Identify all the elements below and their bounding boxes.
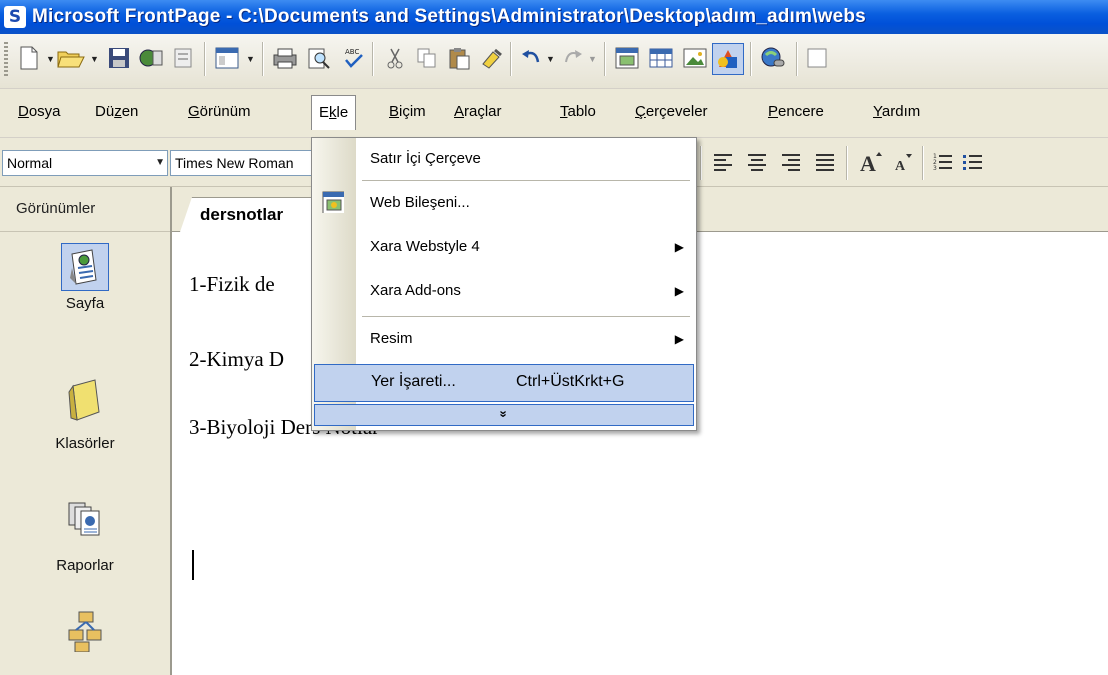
- page-view-icon: [61, 243, 109, 291]
- menu-dosya[interactable]: Dosya: [18, 103, 61, 120]
- menu-item-label: Xara Add-ons: [370, 282, 461, 299]
- spelling-icon[interactable]: ABC: [338, 43, 368, 73]
- align-left-icon[interactable]: [708, 147, 738, 177]
- toolbar-grip[interactable]: [4, 42, 8, 78]
- insert-picture-icon[interactable]: [680, 43, 710, 73]
- menu-item-bookmark[interactable]: Yer İşareti... Ctrl+ÜstKrkt+G: [314, 364, 694, 402]
- menu-cerceveler[interactable]: Çerçeveler: [635, 103, 708, 120]
- menu-item-picture[interactable]: Resim ▶: [312, 320, 696, 360]
- menu-item-label: Xara Webstyle 4: [370, 238, 480, 255]
- chevron-down-icon[interactable]: ▼: [155, 151, 165, 175]
- view-folders-label: Klasörler: [55, 435, 115, 452]
- undo-dropdown-arrow[interactable]: ▼: [546, 54, 555, 64]
- print-icon[interactable]: [270, 43, 300, 73]
- redo-dropdown-arrow[interactable]: ▼: [588, 54, 597, 64]
- folder-list-icon[interactable]: [168, 43, 198, 73]
- svg-text:3: 3: [933, 165, 937, 172]
- menu-item-label: Satır İçi Çerçeve: [370, 150, 481, 167]
- copy-icon[interactable]: [412, 43, 442, 73]
- justify-icon[interactable]: [810, 147, 840, 177]
- menu-item-inline-frame[interactable]: Satır İçi Çerçeve: [312, 140, 696, 180]
- views-panel-header: Görünümler: [0, 187, 170, 232]
- menu-expand-button[interactable]: »: [314, 404, 694, 426]
- hyperlink-icon[interactable]: [758, 43, 788, 73]
- save-icon[interactable]: [104, 43, 134, 73]
- svg-text:A: A: [895, 159, 906, 173]
- text-caret: [192, 550, 194, 580]
- view-reports-label: Raporlar: [56, 557, 114, 574]
- open-dropdown-arrow[interactable]: ▼: [90, 54, 99, 64]
- expand-chevron-icon: »: [496, 410, 512, 418]
- drawing-icon[interactable]: [712, 43, 744, 75]
- view-page-label: Sayfa: [65, 295, 105, 312]
- svg-text:ABC: ABC: [345, 48, 359, 56]
- views-dropdown-arrow[interactable]: ▼: [246, 54, 255, 64]
- svg-text:A: A: [860, 151, 876, 174]
- standard-toolbar: ▼ ▼ ▼ ABC ▼ ▼: [0, 34, 1108, 89]
- menu-yardim[interactable]: Yardım: [873, 103, 920, 120]
- decrease-font-size-icon[interactable]: A: [888, 147, 918, 177]
- new-page-icon[interactable]: [14, 43, 44, 73]
- frontpage-app-icon[interactable]: S: [4, 6, 26, 28]
- print-preview-icon[interactable]: [304, 43, 334, 73]
- navigation-icon: [62, 607, 108, 653]
- views-toggle-icon[interactable]: [212, 43, 242, 73]
- document-tab-label: dersnotlar: [200, 205, 284, 224]
- menu-item-label: Web Bileşeni...: [370, 194, 470, 211]
- reports-icon: [62, 497, 108, 543]
- format-painter-icon[interactable]: [476, 43, 506, 73]
- view-reports[interactable]: Raporlar: [0, 497, 170, 574]
- publish-web-icon[interactable]: [136, 43, 166, 73]
- menu-bicim[interactable]: Biçim: [389, 103, 426, 120]
- document-line-1[interactable]: 1-Fizik de: [189, 272, 275, 297]
- font-select-value: Times New Roman: [175, 155, 294, 171]
- increase-font-size-icon[interactable]: A: [856, 147, 886, 177]
- menu-item-shortcut: Ctrl+ÜstKrkt+G: [516, 373, 625, 390]
- style-select-value: Normal: [7, 155, 53, 171]
- new-dropdown-arrow[interactable]: ▼: [46, 54, 55, 64]
- web-component-icon: [322, 191, 344, 213]
- menu-item-label: Yer İşareti...: [371, 373, 456, 390]
- views-panel: Görünümler Sayfa Klasörler Raporlar: [0, 187, 172, 675]
- insert-table-icon[interactable]: [646, 43, 676, 73]
- align-center-icon[interactable]: [742, 147, 772, 177]
- menu-gorunum[interactable]: Görünüm: [188, 103, 251, 120]
- redo-icon[interactable]: [558, 43, 588, 73]
- view-page[interactable]: Sayfa: [0, 243, 170, 312]
- undo-icon[interactable]: [516, 43, 546, 73]
- font-select[interactable]: Times New Roman: [170, 150, 316, 176]
- bullet-list-icon[interactable]: [958, 147, 988, 177]
- cut-icon[interactable]: [380, 43, 410, 73]
- menu-ekle[interactable]: Ekle: [311, 95, 357, 130]
- open-folder-icon[interactable]: [56, 43, 86, 73]
- menu-item-xara-webstyle[interactable]: Xara Webstyle 4 ▶: [312, 228, 696, 268]
- menu-item-xara-addons[interactable]: Xara Add-ons ▶: [312, 272, 696, 312]
- insert-menu-dropdown: Satır İçi Çerçeve Web Bileşeni... Xara W…: [311, 137, 697, 431]
- refresh-icon[interactable]: [802, 43, 832, 73]
- menu-tablo[interactable]: Tablo: [560, 103, 596, 120]
- menu-pencere[interactable]: Pencere: [768, 103, 824, 120]
- paste-icon[interactable]: [444, 43, 474, 73]
- menu-araclar[interactable]: Araçlar: [454, 103, 502, 120]
- window-title: Microsoft FrontPage - C:\Documents and S…: [32, 6, 866, 27]
- view-folders[interactable]: Klasörler: [0, 377, 170, 452]
- submenu-arrow-icon: ▶: [674, 284, 684, 298]
- document-line-2[interactable]: 2-Kimya D: [189, 347, 284, 372]
- title-bar: S Microsoft FrontPage - C:\Documents and…: [0, 0, 1108, 34]
- submenu-arrow-icon: ▶: [674, 332, 684, 346]
- align-right-icon[interactable]: [776, 147, 806, 177]
- menu-duzen[interactable]: Düzen: [95, 103, 138, 120]
- submenu-arrow-icon: ▶: [674, 240, 684, 254]
- numbered-list-icon[interactable]: 123: [928, 147, 958, 177]
- menu-item-web-component[interactable]: Web Bileşeni...: [312, 184, 696, 224]
- menu-bar: Dosya Düzen Görünüm Ekle Biçim Araçlar T…: [0, 89, 1108, 138]
- view-navigation[interactable]: [0, 607, 170, 653]
- folder-icon: [62, 377, 108, 423]
- style-select[interactable]: Normal ▼: [2, 150, 168, 176]
- menu-item-label: Resim: [370, 330, 413, 347]
- insert-web-component-icon[interactable]: [612, 43, 642, 73]
